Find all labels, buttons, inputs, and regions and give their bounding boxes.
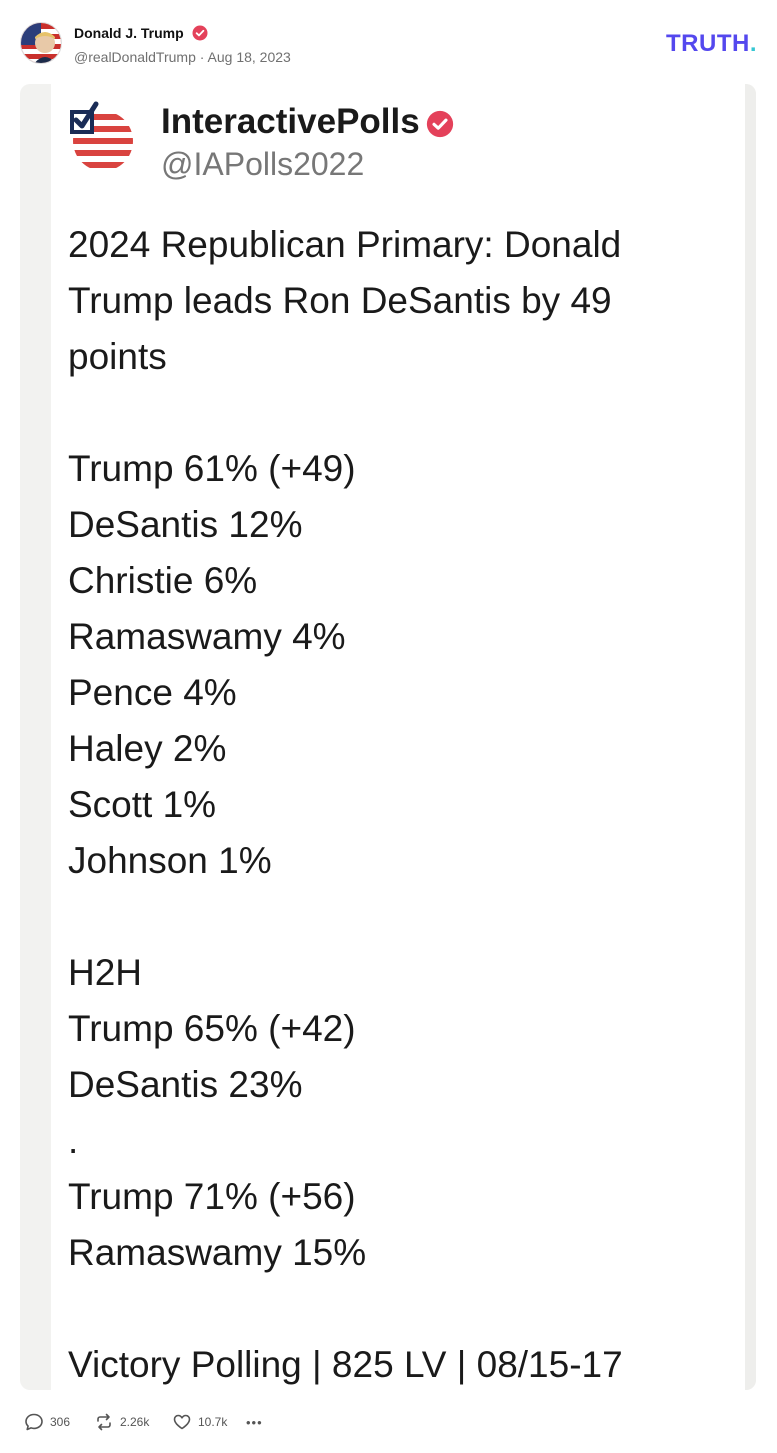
text-line: H2H	[68, 952, 143, 993]
embedded-account-handle: @IAPolls2022	[161, 146, 365, 182]
text-line: Ramaswamy 4%	[68, 616, 346, 657]
text-line: 2024 Republican Primary: Donald	[68, 224, 622, 265]
logo-dot: .	[749, 30, 757, 57]
text-line: Ramaswamy 15%	[68, 1232, 367, 1273]
like-count: 10.7k	[198, 1415, 228, 1429]
text-line: Pence 4%	[68, 672, 237, 713]
text-line: Christie 6%	[68, 560, 258, 601]
text-line: Trump leads Ron DeSantis by 49	[68, 280, 612, 321]
logo-text: TRUTH	[666, 30, 750, 57]
repost-icon	[97, 1413, 111, 1431]
like-button[interactable]: 10.7k	[172, 1408, 227, 1436]
truth-logo[interactable]: TRUTH.	[666, 30, 757, 58]
image-edge	[745, 84, 756, 1390]
post-image[interactable]: InteractivePolls @IAPolls2022 2024 Repub…	[20, 84, 756, 1390]
embedded-post-text: 2024 Republican Primary: Donald Trump le…	[68, 217, 728, 1390]
text-line: Victory Polling | 825 LV | 08/15-17	[68, 1344, 623, 1385]
text-line: Johnson 1%	[68, 840, 272, 881]
author-name[interactable]: Donald J. Trump	[74, 25, 184, 41]
embedded-account-name: InteractivePolls	[161, 102, 454, 142]
heart-icon	[173, 1414, 191, 1430]
author-avatar[interactable]	[20, 22, 62, 64]
retruth-button[interactable]: 2.26k	[94, 1408, 149, 1436]
text-line: Trump 61% (+49)	[68, 448, 356, 489]
reply-button[interactable]: 306	[24, 1408, 70, 1436]
text-line: points	[68, 336, 167, 377]
embedded-post: InteractivePolls @IAPolls2022 2024 Repub…	[51, 84, 745, 1390]
text-line: Trump 71% (+56)	[68, 1176, 356, 1217]
text-line: Haley 2%	[68, 728, 227, 769]
more-options-icon[interactable]: •••	[246, 1408, 263, 1436]
author-handle-date: @realDonaldTrump · Aug 18, 2023	[74, 49, 291, 65]
text-line: Trump 65% (+42)	[68, 1008, 356, 1049]
verified-badge-icon	[426, 107, 454, 137]
text-line: DeSantis 12%	[68, 504, 303, 545]
author-block: Donald J. Trump @realDonaldTrump · Aug 1…	[74, 24, 291, 65]
embedded-account-name-text: InteractivePolls	[161, 102, 420, 141]
text-line: .	[68, 1120, 79, 1161]
reply-count: 306	[50, 1415, 71, 1429]
text-line: Scott 1%	[68, 784, 217, 825]
comment-icon	[25, 1413, 43, 1431]
interactivepolls-logo-icon	[66, 98, 140, 172]
retruth-count: 2.26k	[120, 1415, 150, 1429]
verified-badge-icon	[192, 25, 208, 41]
text-line: DeSantis 23%	[68, 1064, 303, 1105]
post-header: Donald J. Trump @realDonaldTrump · Aug 1…	[20, 20, 757, 66]
